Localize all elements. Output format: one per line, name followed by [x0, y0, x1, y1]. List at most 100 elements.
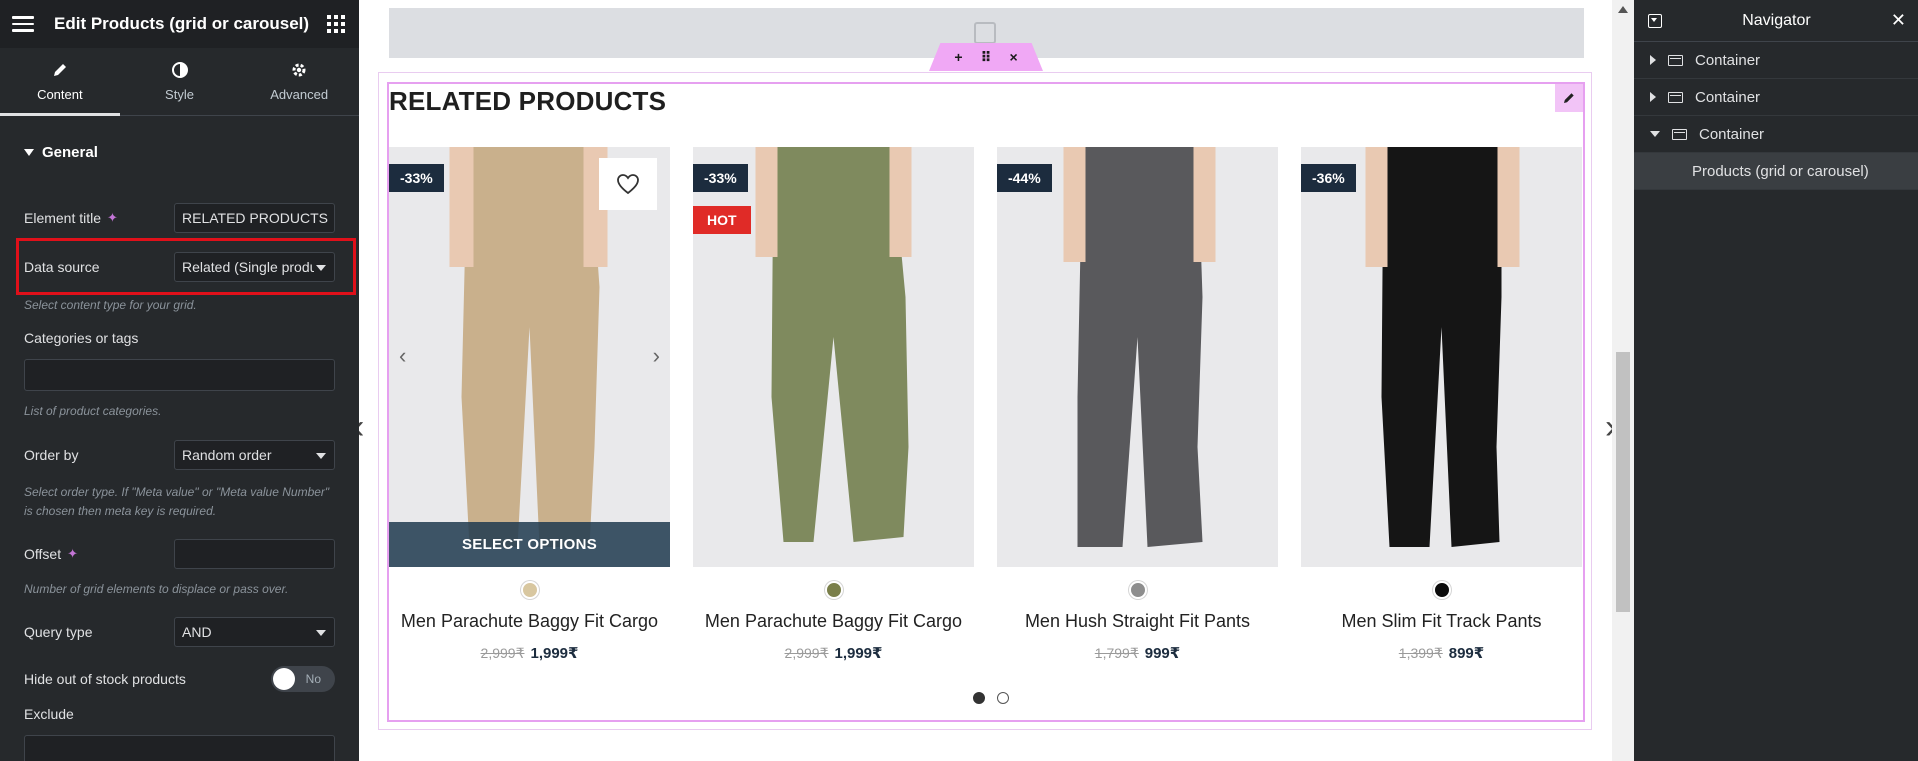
carousel-prev-arrow[interactable]: ‹ [359, 408, 364, 447]
product-name[interactable]: Men Slim Fit Track Pants [1301, 611, 1582, 632]
image-next-arrow[interactable]: › [653, 343, 660, 369]
product-price: 2,999₹ 1,999₹ [693, 644, 974, 662]
old-price: 1,799₹ [1094, 645, 1139, 661]
carousel-pagination [973, 692, 1009, 704]
section-title: RELATED PRODUCTS [389, 86, 667, 116]
caret-right-icon[interactable] [1650, 55, 1656, 65]
categories-description: List of product categories. [24, 404, 162, 418]
product-card[interactable]: -33% ‹ › SELECT OPTIONS Men Parachute Ba… [389, 147, 670, 662]
section-general-toggle[interactable]: General [0, 116, 359, 188]
tab-advanced-label: Advanced [270, 87, 329, 102]
caret-down-icon [24, 148, 34, 156]
navigator-item-container[interactable]: Container [1634, 79, 1918, 116]
product-price: 1,399₹ 899₹ [1301, 644, 1582, 662]
select-options-button[interactable]: SELECT OPTIONS [389, 522, 670, 567]
app-root: Edit Products (grid or carousel) Content… [0, 0, 1918, 761]
edit-widget-button[interactable] [1555, 84, 1583, 112]
order-by-label: Order by [24, 447, 79, 463]
navigator-item-label: Container [1699, 125, 1765, 143]
wishlist-button[interactable] [599, 158, 657, 210]
order-by-select[interactable]: Random order [174, 440, 335, 470]
navigator-item-products-widget[interactable]: Products (grid or carousel) [1634, 153, 1918, 190]
navigator-item-label: Container [1695, 88, 1761, 106]
delete-container-icon[interactable]: × [1009, 49, 1017, 65]
navigator-panel: Navigator ✕ Container Container Containe… [1634, 0, 1918, 761]
product-name[interactable]: Men Parachute Baggy Fit Cargo [693, 611, 974, 632]
apps-grid-icon[interactable] [327, 15, 345, 33]
product-image[interactable]: -33% ‹ › SELECT OPTIONS [389, 147, 670, 567]
offset-label: Offset [24, 546, 62, 562]
navigator-item-label: Container [1695, 51, 1761, 69]
image-prev-arrow[interactable]: ‹ [399, 343, 406, 369]
offset-input[interactable] [174, 539, 335, 569]
product-name[interactable]: Men Parachute Baggy Fit Cargo [389, 611, 670, 632]
order-by-description: Select order type. If "Meta value" or "M… [24, 485, 330, 518]
query-type-label: Query type [24, 624, 93, 640]
hamburger-menu-icon[interactable] [12, 12, 36, 36]
hide-stock-toggle[interactable]: No [271, 666, 335, 692]
scroll-up-arrow-icon[interactable] [1618, 6, 1628, 13]
color-swatch[interactable] [1128, 581, 1147, 599]
tab-advanced[interactable]: Advanced [239, 48, 359, 115]
categories-input[interactable] [24, 359, 335, 391]
query-type-select[interactable]: AND [174, 617, 335, 647]
tab-style[interactable]: Style [120, 48, 240, 115]
navigator-item-container[interactable]: Container [1634, 42, 1918, 79]
product-card[interactable]: -33% HOT Men Parachute Baggy Fit Cargo 2… [693, 147, 974, 662]
gear-icon [292, 63, 306, 77]
control-exclude: Exclude [24, 706, 335, 722]
panel-header: Edit Products (grid or carousel) [0, 0, 359, 48]
carousel-dot-2[interactable] [997, 692, 1009, 704]
section-general-label: General [42, 143, 98, 161]
data-source-select[interactable]: Related (Single product) [174, 252, 335, 282]
scrollbar-thumb[interactable] [1616, 352, 1630, 612]
control-hide-out-of-stock: Hide out of stock products No [24, 666, 335, 692]
product-name[interactable]: Men Hush Straight Fit Pants [997, 611, 1278, 632]
carousel-dot-1[interactable] [973, 692, 985, 704]
carousel-next-arrow[interactable]: › [1605, 408, 1612, 447]
product-photo [449, 147, 607, 547]
discount-badge: -44% [997, 164, 1052, 192]
categories-label: Categories or tags [24, 330, 139, 346]
product-photo [1365, 147, 1519, 547]
control-data-source: Data source Related (Single product) [24, 252, 335, 282]
ai-sparkle-icon[interactable]: ✦ [107, 210, 118, 226]
query-type-value: AND [182, 624, 212, 640]
caret-down-icon[interactable] [1650, 131, 1660, 137]
data-source-value: Related (Single product) [182, 259, 314, 275]
color-swatch[interactable] [824, 581, 843, 599]
color-swatch[interactable] [1432, 581, 1451, 599]
panel-tabs: Content Style Advanced [0, 48, 359, 116]
discount-badge: -33% [693, 164, 748, 192]
product-price: 1,799₹ 999₹ [997, 644, 1278, 662]
discount-badge: -33% [389, 164, 444, 192]
product-image[interactable]: -36% [1301, 147, 1582, 567]
old-price: 1,399₹ [1398, 645, 1443, 661]
product-image[interactable]: -33% HOT [693, 147, 974, 567]
product-card[interactable]: -44% Men Hush Straight Fit Pants 1,799₹ 9… [997, 147, 1278, 662]
tab-content[interactable]: Content [0, 48, 120, 116]
product-card[interactable]: -36% Men Slim Fit Track Pants 1,399₹ 899₹ [1301, 147, 1582, 662]
color-swatch[interactable] [520, 581, 539, 599]
exclude-input[interactable] [24, 735, 335, 761]
tab-content-label: Content [37, 87, 83, 102]
caret-right-icon[interactable] [1650, 92, 1656, 102]
new-price: 1,999₹ [834, 645, 883, 662]
product-image[interactable]: -44% [997, 147, 1278, 567]
tab-style-label: Style [165, 87, 194, 102]
close-icon[interactable]: ✕ [1891, 10, 1906, 31]
drag-handle-icon[interactable]: ⠿ [981, 49, 992, 66]
ai-sparkle-icon[interactable]: ✦ [67, 546, 78, 562]
element-title-input[interactable]: RELATED PRODUCTS [174, 203, 335, 233]
old-price: 2,999₹ [480, 645, 525, 661]
hot-badge: HOT [693, 206, 751, 234]
add-element-icon[interactable]: + [954, 49, 962, 65]
hide-stock-label: Hide out of stock products [24, 671, 186, 687]
preview-canvas: + ⠿ × RELATED PRODUCTS ‹ › -33% ‹ [359, 0, 1612, 761]
collapse-all-icon[interactable] [1648, 13, 1662, 28]
control-offset: Offset ✦ [24, 539, 335, 569]
navigator-title: Navigator [1742, 11, 1811, 29]
container-icon [1672, 128, 1687, 140]
navigator-item-container[interactable]: Container [1634, 116, 1918, 153]
navigator-header: Navigator ✕ [1634, 0, 1918, 42]
